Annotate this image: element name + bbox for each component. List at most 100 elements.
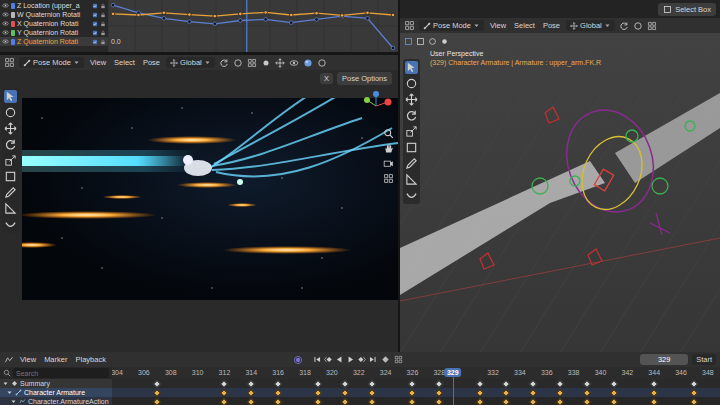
header-tool-icon[interactable] [233, 58, 243, 68]
pose-icon[interactable] [423, 22, 431, 30]
keyframe-point[interactable] [366, 11, 370, 15]
keyframe-diamond[interactable] [475, 388, 483, 396]
camera-viewport[interactable]: Pose ModeViewSelectPoseGlobal XPose Opti… [0, 55, 398, 352]
cursor-tool-icon[interactable] [405, 61, 418, 74]
grid-icon[interactable] [383, 173, 394, 184]
keyframe-diamond[interactable] [475, 397, 483, 405]
keyframe-diamond[interactable] [341, 379, 349, 387]
cursor-tool-icon[interactable] [4, 90, 17, 103]
checkbox-icon[interactable] [92, 30, 98, 36]
header-tool-icon[interactable] [633, 21, 643, 31]
visibility-eye-icon[interactable] [2, 29, 9, 36]
fcurve-channel[interactable]: Z Location (upper_a [0, 1, 108, 10]
keyframe-point[interactable] [340, 14, 344, 18]
pose-options-button[interactable]: Pose Options [337, 72, 392, 85]
mode-dropdown[interactable]: Pose Mode [19, 57, 84, 68]
start-frame-field[interactable]: Start [692, 354, 716, 365]
keyframe-diamond[interactable] [610, 379, 618, 387]
scale-tool-icon[interactable] [4, 154, 17, 167]
header-tool-icon[interactable] [303, 58, 313, 68]
header-tool-icon[interactable] [247, 58, 257, 68]
bone-control[interactable] [685, 121, 695, 131]
timeline-channel[interactable]: Character.ArmatureAction [0, 397, 112, 405]
keyframe-diamond[interactable] [610, 397, 618, 405]
keyframe-diamond[interactable] [556, 388, 564, 396]
move-tool-icon[interactable] [405, 93, 418, 106]
dropdown-arrow-icon[interactable] [204, 59, 211, 66]
keyframe-diamond[interactable] [583, 388, 591, 396]
keyframe-diamond[interactable] [247, 379, 255, 387]
frame-ruler[interactable]: 3043063083103123143163183203223243263283… [112, 367, 720, 379]
keyframe-point[interactable] [213, 14, 217, 18]
current-frame-line[interactable] [246, 0, 248, 52]
keyframe-point[interactable] [289, 13, 293, 17]
select-mode-icon[interactable] [428, 37, 437, 46]
axis-icon[interactable] [170, 59, 178, 67]
fcurve-channel[interactable]: X Quaternion Rotati [0, 19, 108, 28]
ik-control[interactable] [571, 127, 654, 220]
keyframe-point[interactable] [111, 3, 115, 7]
circle-tool-icon[interactable] [4, 106, 17, 119]
fcurve-channel[interactable]: Z Quaternion Rotati [0, 37, 108, 46]
keyframe-point[interactable] [264, 11, 268, 15]
keyframe-diamond[interactable] [220, 379, 228, 387]
dropdown-arrow-icon[interactable] [604, 22, 611, 29]
keyframe-diamond[interactable] [274, 379, 282, 387]
editor-type-icon[interactable] [404, 20, 415, 31]
channel-label[interactable]: Character.ArmatureAction [28, 398, 109, 405]
keyframe-diamond[interactable] [502, 397, 510, 405]
channel-label[interactable]: W Quaternion Rotati [17, 11, 90, 18]
keyframe-diamond[interactable] [274, 397, 282, 405]
play-icon[interactable] [346, 355, 355, 364]
search-icon[interactable] [3, 369, 11, 377]
move-tool-icon[interactable] [4, 122, 17, 135]
prev-keyframe-icon[interactable] [324, 355, 333, 364]
box-tool-icon[interactable] [4, 170, 17, 183]
channel-label[interactable]: Character Armature [24, 389, 85, 396]
keyframe-diamond[interactable] [650, 388, 658, 396]
lock-icon[interactable] [100, 39, 106, 45]
channel-label[interactable]: Y Quaternion Rotati [17, 29, 90, 36]
keyframe-diamond[interactable] [220, 388, 228, 396]
menu-item[interactable]: View [488, 21, 508, 31]
keyframe-diamond[interactable] [220, 397, 228, 405]
playhead-line[interactable] [453, 377, 455, 405]
checkbox-icon[interactable] [92, 21, 98, 27]
jump-start-icon[interactable] [313, 355, 322, 364]
editor-type-icon[interactable] [4, 57, 15, 68]
dropdown-arrow-icon[interactable] [73, 59, 80, 66]
keyframe-diamond[interactable] [408, 397, 416, 405]
scale-tool-icon[interactable] [405, 125, 418, 138]
expand-arrow-icon[interactable] [2, 380, 9, 387]
dropdown-arrow-icon[interactable] [473, 22, 480, 29]
next-keyframe-icon[interactable] [357, 355, 366, 364]
mode-dropdown[interactable]: Pose Mode [419, 20, 484, 31]
editor-type-icon[interactable] [4, 355, 14, 365]
keyframe-point[interactable] [162, 11, 166, 15]
bone-control[interactable] [570, 176, 580, 186]
bone-control[interactable] [626, 130, 638, 142]
select-mode-icon[interactable] [440, 37, 449, 46]
keyframe-point[interactable] [391, 46, 395, 50]
keyframe-point[interactable] [366, 17, 370, 21]
header-tool-icon[interactable] [219, 58, 229, 68]
channel-label[interactable]: X Quaternion Rotati [17, 20, 90, 27]
mirror-x-toggle[interactable]: X [320, 73, 333, 84]
graph-editor[interactable]: Z Location (upper_aW Quaternion Rotati X … [0, 0, 398, 52]
menu-item[interactable]: View [18, 355, 38, 365]
fcurve[interactable] [113, 12, 393, 16]
fk-ik-switch[interactable] [650, 213, 670, 235]
lock-icon[interactable] [100, 12, 106, 18]
lock-icon[interactable] [100, 30, 106, 36]
keyframe-point[interactable] [213, 22, 217, 26]
menu-item[interactable]: Marker [42, 355, 69, 365]
keyframe-diamond[interactable] [153, 397, 161, 405]
search-field[interactable] [13, 368, 109, 378]
hand-icon[interactable] [383, 143, 394, 154]
fcurve[interactable] [113, 5, 393, 48]
header-tool-icon[interactable] [261, 58, 271, 68]
keying-icon[interactable] [381, 355, 390, 364]
visibility-eye-icon[interactable] [2, 38, 9, 45]
menu-item[interactable]: Playback [73, 355, 107, 365]
select-mode-icon[interactable] [404, 37, 413, 46]
